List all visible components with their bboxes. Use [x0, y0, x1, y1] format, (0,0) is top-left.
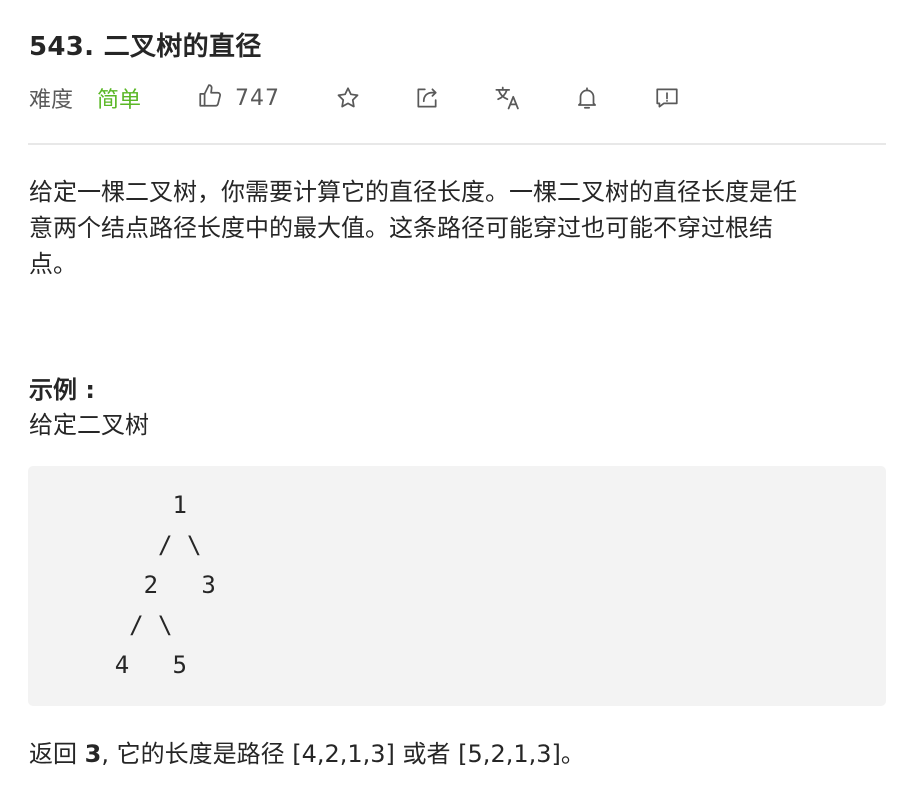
code-line: 4 5	[28, 651, 187, 679]
description-line: 点。	[29, 250, 77, 278]
bell-icon	[574, 85, 600, 111]
header-divider	[28, 143, 886, 145]
code-line: 2 3	[28, 571, 216, 599]
translate-icon	[494, 84, 522, 112]
description-line: 给定一棵二叉树，你需要计算它的直径长度。一棵二叉树的直径长度是任	[29, 178, 797, 206]
result-value: 3	[84, 740, 102, 768]
result-prefix: 返回	[29, 740, 85, 768]
problem-title: 543. 二叉树的直径	[29, 32, 262, 62]
example-heading: 示例 :	[29, 376, 95, 404]
favorite-button[interactable]	[335, 80, 361, 116]
description-line: 意两个结点路径长度中的最大值。这条路径可能穿过也可能不穿过根结	[29, 214, 773, 242]
share-button[interactable]	[414, 80, 440, 116]
example-intro: 给定二叉树	[29, 411, 149, 439]
translate-button[interactable]	[494, 80, 522, 116]
feedback-icon	[654, 85, 680, 111]
result-suffix: , 它的长度是路径 [4,2,1,3] 或者 [5,2,1,3]。	[101, 740, 585, 768]
difficulty-label: 难度	[29, 88, 74, 113]
like-button[interactable]: 747	[197, 80, 280, 116]
share-icon	[414, 85, 440, 111]
star-icon	[335, 85, 361, 111]
difficulty-badge: 简单	[97, 88, 142, 113]
thumbs-up-icon	[197, 83, 223, 113]
like-count: 747	[235, 85, 280, 111]
problem-meta-bar: 难度 简单 747	[29, 80, 889, 116]
code-line: / \	[28, 611, 173, 639]
code-line: / \	[28, 531, 202, 559]
notification-button[interactable]	[574, 80, 600, 116]
problem-description: 给定一棵二叉树，你需要计算它的直径长度。一棵二叉树的直径长度是任 意两个结点路径…	[29, 174, 887, 282]
code-line: 1	[28, 491, 187, 519]
feedback-button[interactable]	[654, 80, 680, 116]
example-code-block: 1 / \ 2 3 / \ 4 5	[28, 466, 886, 706]
example-result: 返回 3, 它的长度是路径 [4,2,1,3] 或者 [5,2,1,3]。	[29, 734, 585, 769]
